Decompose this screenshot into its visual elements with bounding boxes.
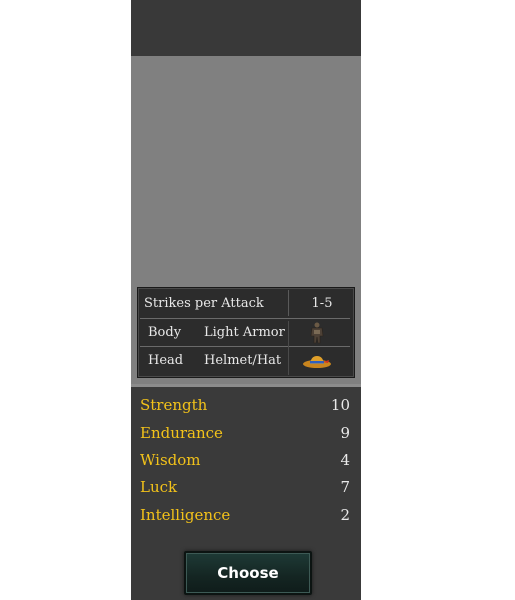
strikes-value: 1-5 bbox=[311, 296, 333, 311]
light-armor-icon bbox=[288, 319, 346, 346]
stat-value: 9 bbox=[340, 424, 350, 442]
section-divider bbox=[131, 384, 361, 387]
body-label: Body bbox=[148, 325, 182, 340]
body-type: Light Armor bbox=[204, 325, 285, 340]
stat-strength: Strength 10 bbox=[140, 392, 350, 418]
column-separator bbox=[288, 321, 289, 375]
stat-name: Strength bbox=[140, 396, 208, 414]
character-portrait-area: Strikes per Attack 1-5 Body Light Armor … bbox=[131, 56, 361, 384]
body-row: Body Light Armor bbox=[138, 319, 354, 346]
stat-name: Wisdom bbox=[140, 451, 201, 469]
stat-intelligence: Intelligence 2 bbox=[140, 502, 350, 528]
strikes-row: Strikes per Attack 1-5 bbox=[138, 290, 354, 317]
equipment-info-box: Strikes per Attack 1-5 Body Light Armor … bbox=[137, 287, 355, 378]
strikes-label: Strikes per Attack bbox=[144, 296, 264, 311]
stat-value: 10 bbox=[330, 396, 350, 414]
character-panel: Strikes per Attack 1-5 Body Light Armor … bbox=[131, 0, 361, 600]
stat-value: 4 bbox=[340, 451, 350, 469]
stat-value: 2 bbox=[340, 506, 350, 524]
column-separator bbox=[288, 290, 289, 316]
stat-endurance: Endurance 9 bbox=[140, 420, 350, 446]
stat-name: Intelligence bbox=[140, 506, 231, 524]
stat-wisdom: Wisdom 4 bbox=[140, 447, 350, 473]
choose-button[interactable]: Choose bbox=[184, 551, 312, 595]
panel-header bbox=[131, 0, 361, 56]
stat-name: Endurance bbox=[140, 424, 223, 442]
head-row: Head Helmet/Hat bbox=[138, 347, 354, 374]
head-type: Helmet/Hat bbox=[204, 353, 282, 368]
stat-name: Luck bbox=[140, 478, 178, 496]
stat-luck: Luck 7 bbox=[140, 474, 350, 500]
head-label: Head bbox=[148, 353, 184, 368]
stat-value: 7 bbox=[340, 478, 350, 496]
hat-icon bbox=[288, 347, 346, 374]
